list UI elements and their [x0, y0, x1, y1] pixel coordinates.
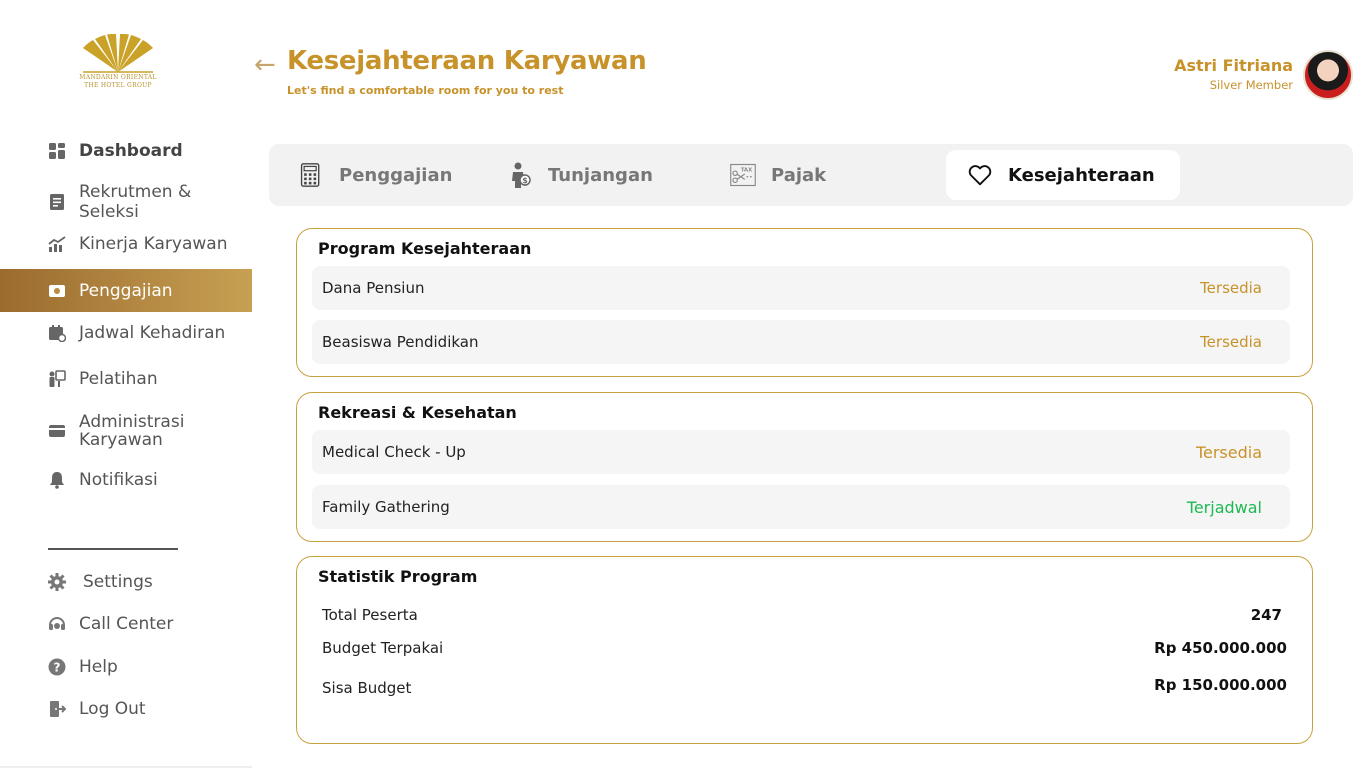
- list-item[interactable]: Dana Pensiun Tersedia: [312, 266, 1290, 310]
- sidebar-item-label: Log Out: [79, 699, 146, 719]
- stat-label: Total Peserta: [322, 606, 418, 624]
- tax-icon: TAX: [729, 161, 757, 189]
- sidebar-item-dashboard[interactable]: Dashboard: [0, 139, 252, 163]
- rekreasi-card: Rekreasi & Kesehatan Medical Check - Up …: [296, 392, 1313, 542]
- tab-kesejahteraan[interactable]: Kesejahteraan: [946, 150, 1180, 200]
- gear-icon: [48, 573, 66, 591]
- stat-label: Budget Terpakai: [322, 639, 444, 657]
- sidebar-item-call-center[interactable]: Call Center: [0, 612, 252, 636]
- tab-tunjangan[interactable]: $ Tunjangan: [506, 150, 653, 200]
- tab-label: Pajak: [771, 164, 827, 186]
- sidebar-item-label: Dashboard: [79, 141, 183, 161]
- back-arrow-icon[interactable]: ←: [254, 50, 276, 80]
- card-title: Program Kesejahteraan: [318, 239, 532, 258]
- stat-row: Sisa Budget Rp 150.000.000: [322, 676, 1287, 697]
- sidebar-item-jadwal[interactable]: Jadwal Kehadiran: [0, 321, 252, 345]
- calendar-icon: [48, 324, 66, 342]
- sidebar-item-label: Kinerja Karyawan: [79, 234, 228, 254]
- tab-label: Penggajian: [339, 164, 453, 186]
- person-money-icon: $: [506, 161, 534, 189]
- document-icon: [48, 193, 66, 211]
- svg-text:$: $: [522, 176, 528, 185]
- sidebar-item-label: Jadwal Kehadiran: [79, 323, 226, 343]
- user-name: Astri Fitriana: [1174, 56, 1293, 75]
- avatar[interactable]: [1303, 50, 1353, 100]
- card-icon: [48, 422, 66, 440]
- sidebar-item-help[interactable]: ? Help: [0, 655, 252, 679]
- sidebar-item-penggajian[interactable]: Penggajian: [0, 269, 252, 312]
- sidebar-item-kinerja[interactable]: Kinerja Karyawan: [0, 232, 252, 256]
- sidebar-item-label: Notifikasi: [79, 470, 158, 490]
- stat-label: Sisa Budget: [322, 679, 412, 697]
- help-icon: ?: [48, 658, 66, 676]
- sidebar-divider: [48, 548, 178, 550]
- stat-value: Rp 150.000.000: [1154, 676, 1287, 694]
- tab-penggajian[interactable]: Penggajian: [297, 150, 452, 200]
- money-icon: [48, 282, 66, 300]
- sidebar-item-logout[interactable]: Log Out: [0, 697, 252, 721]
- fan-logo-icon: [83, 34, 153, 73]
- sidebar-item-administrasi[interactable]: Administrasi Karyawan: [0, 412, 252, 450]
- training-icon: [48, 370, 66, 388]
- chart-icon: [48, 235, 66, 253]
- sidebar-item-label: Penggajian: [79, 280, 173, 301]
- bell-icon: [48, 471, 66, 489]
- sidebar-item-settings[interactable]: Settings: [0, 570, 252, 594]
- brand-name: MANDARIN ORIENTAL: [79, 74, 157, 81]
- brand-tagline: THE HOTEL GROUP: [84, 82, 152, 89]
- user-tier: Silver Member: [1209, 78, 1293, 92]
- logout-icon: [48, 700, 66, 718]
- status-badge: Tersedia: [1200, 333, 1262, 351]
- sidebar-item-notifikasi[interactable]: Notifikasi: [0, 468, 252, 492]
- list-item[interactable]: Family Gathering Terjadwal: [312, 485, 1290, 529]
- card-title: Statistik Program: [318, 567, 478, 586]
- sidebar-item-label: Administrasi Karyawan: [79, 412, 185, 450]
- program-card: Program Kesejahteraan Dana Pensiun Terse…: [296, 228, 1313, 377]
- status-badge: Terjadwal: [1186, 497, 1262, 517]
- stat-value: Rp 450.000.000: [1154, 639, 1287, 657]
- tab-pajak[interactable]: TAX Pajak: [729, 150, 826, 200]
- sidebar-item-label: Call Center: [79, 614, 174, 634]
- stat-value: 247: [1250, 606, 1282, 624]
- item-label: Medical Check - Up: [322, 443, 466, 461]
- sidebar-item-rekrutmen[interactable]: Rekrutmen & Seleksi: [0, 182, 252, 222]
- tab-label: Kesejahteraan: [1008, 164, 1155, 186]
- headset-icon: [48, 615, 66, 633]
- status-badge: Tersedia: [1200, 279, 1262, 297]
- stat-row: Budget Terpakai Rp 450.000.000: [322, 639, 1287, 657]
- page-subtitle: Let's find a comfortable room for you to…: [287, 84, 564, 97]
- card-title: Rekreasi & Kesehatan: [318, 403, 517, 422]
- tab-label: Tunjangan: [548, 164, 653, 186]
- sidebar-item-label: Rekrutmen & Seleksi: [79, 182, 192, 222]
- statistik-card: Statistik Program Total Peserta 247 Budg…: [296, 556, 1313, 744]
- sidebar-item-label: Pelatihan: [79, 369, 158, 389]
- page-title: Kesejahteraan Karyawan: [287, 46, 647, 76]
- sidebar-item-pelatihan[interactable]: Pelatihan: [0, 367, 252, 391]
- stat-row: Total Peserta 247: [322, 606, 1287, 624]
- brand-logo: MANDARIN ORIENTAL THE HOTEL GROUP: [78, 34, 158, 98]
- grid-icon: [48, 142, 66, 160]
- heart-icon: [966, 161, 994, 189]
- item-label: Family Gathering: [322, 498, 450, 516]
- status-badge: Tersedia: [1195, 442, 1262, 462]
- sidebar-item-label: Settings: [83, 572, 153, 592]
- item-label: Beasiswa Pendidikan: [322, 333, 479, 351]
- list-item[interactable]: Medical Check - Up Tersedia: [312, 430, 1290, 474]
- list-item[interactable]: Beasiswa Pendidikan Tersedia: [312, 320, 1290, 364]
- svg-text:TAX: TAX: [741, 168, 752, 174]
- sidebar-item-label: Help: [79, 657, 118, 677]
- svg-text:?: ?: [54, 661, 61, 675]
- item-label: Dana Pensiun: [322, 279, 425, 297]
- calculator-icon: [297, 161, 325, 189]
